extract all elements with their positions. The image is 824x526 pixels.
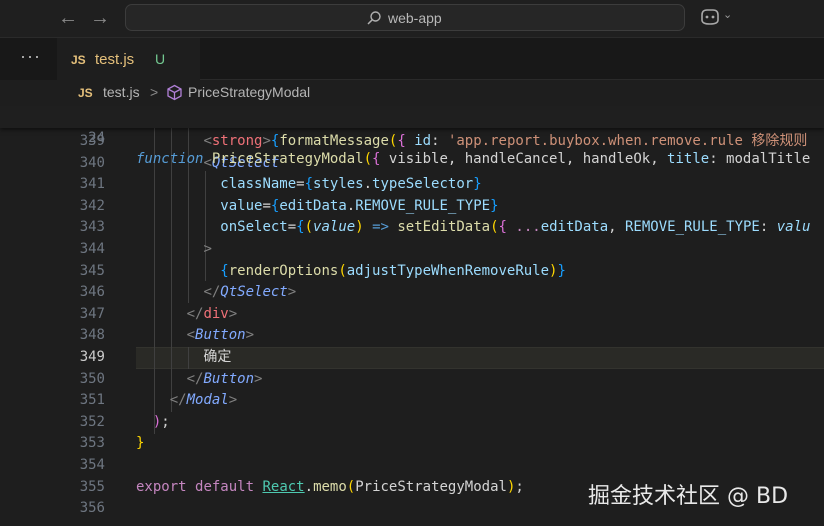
code-text: </div>	[186, 305, 238, 322]
line-number: 351	[79, 392, 105, 409]
code-line[interactable]: 341 className={styles.typeSelector}	[0, 174, 824, 196]
more-actions-icon[interactable]: ···	[20, 46, 41, 67]
code-line[interactable]: 343 onSelect={(value) => setEditData({ .…	[0, 217, 824, 239]
arrow-left-icon[interactable]: ←	[56, 7, 80, 29]
tab-bar: ··· JS test.js U	[0, 38, 824, 80]
tab-label: test.js	[95, 51, 135, 68]
js-file-icon: JS	[71, 53, 86, 67]
line-number: 349	[79, 349, 105, 365]
code-text: className={styles.typeSelector}	[220, 176, 482, 193]
line-number: 353	[79, 435, 105, 452]
code-text: {renderOptions(adjustTypeWhenRemoveRule)…	[220, 262, 566, 279]
code-text: </Button>	[186, 370, 263, 387]
command-center-search[interactable]: web-app	[125, 4, 685, 31]
title-bar: ← → web-app ⌄	[0, 0, 824, 38]
breadcrumb: JS test.js > PriceStrategyModal	[0, 80, 824, 106]
code-text: value={editData.REMOVE_RULE_TYPE}	[220, 197, 499, 214]
copilot-icon[interactable]	[699, 7, 721, 27]
line-number: 356	[79, 500, 105, 517]
code-text: export default React.memo(PriceStrategyM…	[136, 478, 524, 495]
watermark: 掘金技术社区 @ BD	[588, 484, 789, 509]
sticky-line: 24 function PriceStrategyModal({ visible…	[0, 106, 824, 168]
code-text: <Button>	[186, 327, 255, 344]
line-number: 344	[79, 241, 105, 257]
code-text: 确定	[136, 349, 232, 365]
code-line[interactable]: 344 >	[0, 239, 824, 261]
code-line[interactable]: 346 </QtSelect>	[0, 282, 824, 304]
line-number: 347	[79, 305, 105, 322]
line-number: 355	[79, 478, 105, 495]
code-text: }	[136, 435, 145, 452]
line-number: 352	[79, 413, 105, 430]
line-number: 345	[79, 262, 105, 279]
code-text: );	[152, 413, 170, 430]
line-number: 343	[79, 219, 105, 236]
line-number: 24	[88, 129, 105, 146]
code-line[interactable]: 348 <Button>	[0, 325, 824, 347]
command-center-label: web-app	[388, 10, 442, 26]
sticky-scroll-header[interactable]: 24 function PriceStrategyModal({ visible…	[0, 106, 824, 168]
code-line[interactable]: 349 确定	[0, 347, 824, 369]
code-text: </QtSelect>	[203, 284, 297, 301]
arrow-right-icon[interactable]: →	[88, 7, 112, 29]
js-file-icon: JS	[78, 86, 93, 100]
code-line[interactable]: 345 {renderOptions(adjustTypeWhenRemoveR…	[0, 261, 824, 283]
code-line[interactable]: 354	[0, 455, 824, 477]
breadcrumb-file[interactable]: test.js	[103, 84, 140, 100]
chevron-right-icon: >	[150, 84, 159, 100]
line-number: 346	[79, 284, 105, 301]
tab-test-js[interactable]: JS test.js U	[57, 38, 200, 80]
code-text: >	[203, 241, 212, 257]
code-line[interactable]: 352 );	[0, 412, 824, 434]
line-number: 350	[79, 370, 105, 387]
chevron-down-icon[interactable]: ⌄	[723, 8, 732, 21]
line-number: 354	[79, 457, 105, 473]
line-number: 342	[79, 197, 105, 214]
line-number: 348	[79, 327, 105, 344]
code-line[interactable]: 350 </Button>	[0, 369, 824, 391]
code-text: onSelect={(value) => setEditData({ ...ed…	[220, 219, 811, 236]
code-text: function PriceStrategyModal({ visible, h…	[136, 151, 811, 168]
symbol-cube-icon	[167, 84, 182, 101]
code-editor[interactable]: 24 function PriceStrategyModal({ visible…	[0, 106, 824, 526]
untracked-badge: U	[155, 51, 166, 67]
code-line[interactable]: 347 </div>	[0, 304, 824, 326]
code-line[interactable]: 342 value={editData.REMOVE_RULE_TYPE}	[0, 196, 824, 218]
search-icon	[367, 11, 381, 25]
code-line[interactable]: 351 </Modal>	[0, 390, 824, 412]
breadcrumb-symbol[interactable]: PriceStrategyModal	[188, 84, 310, 100]
code-text: </Modal>	[169, 392, 238, 409]
code-line[interactable]: 353}	[0, 433, 824, 455]
